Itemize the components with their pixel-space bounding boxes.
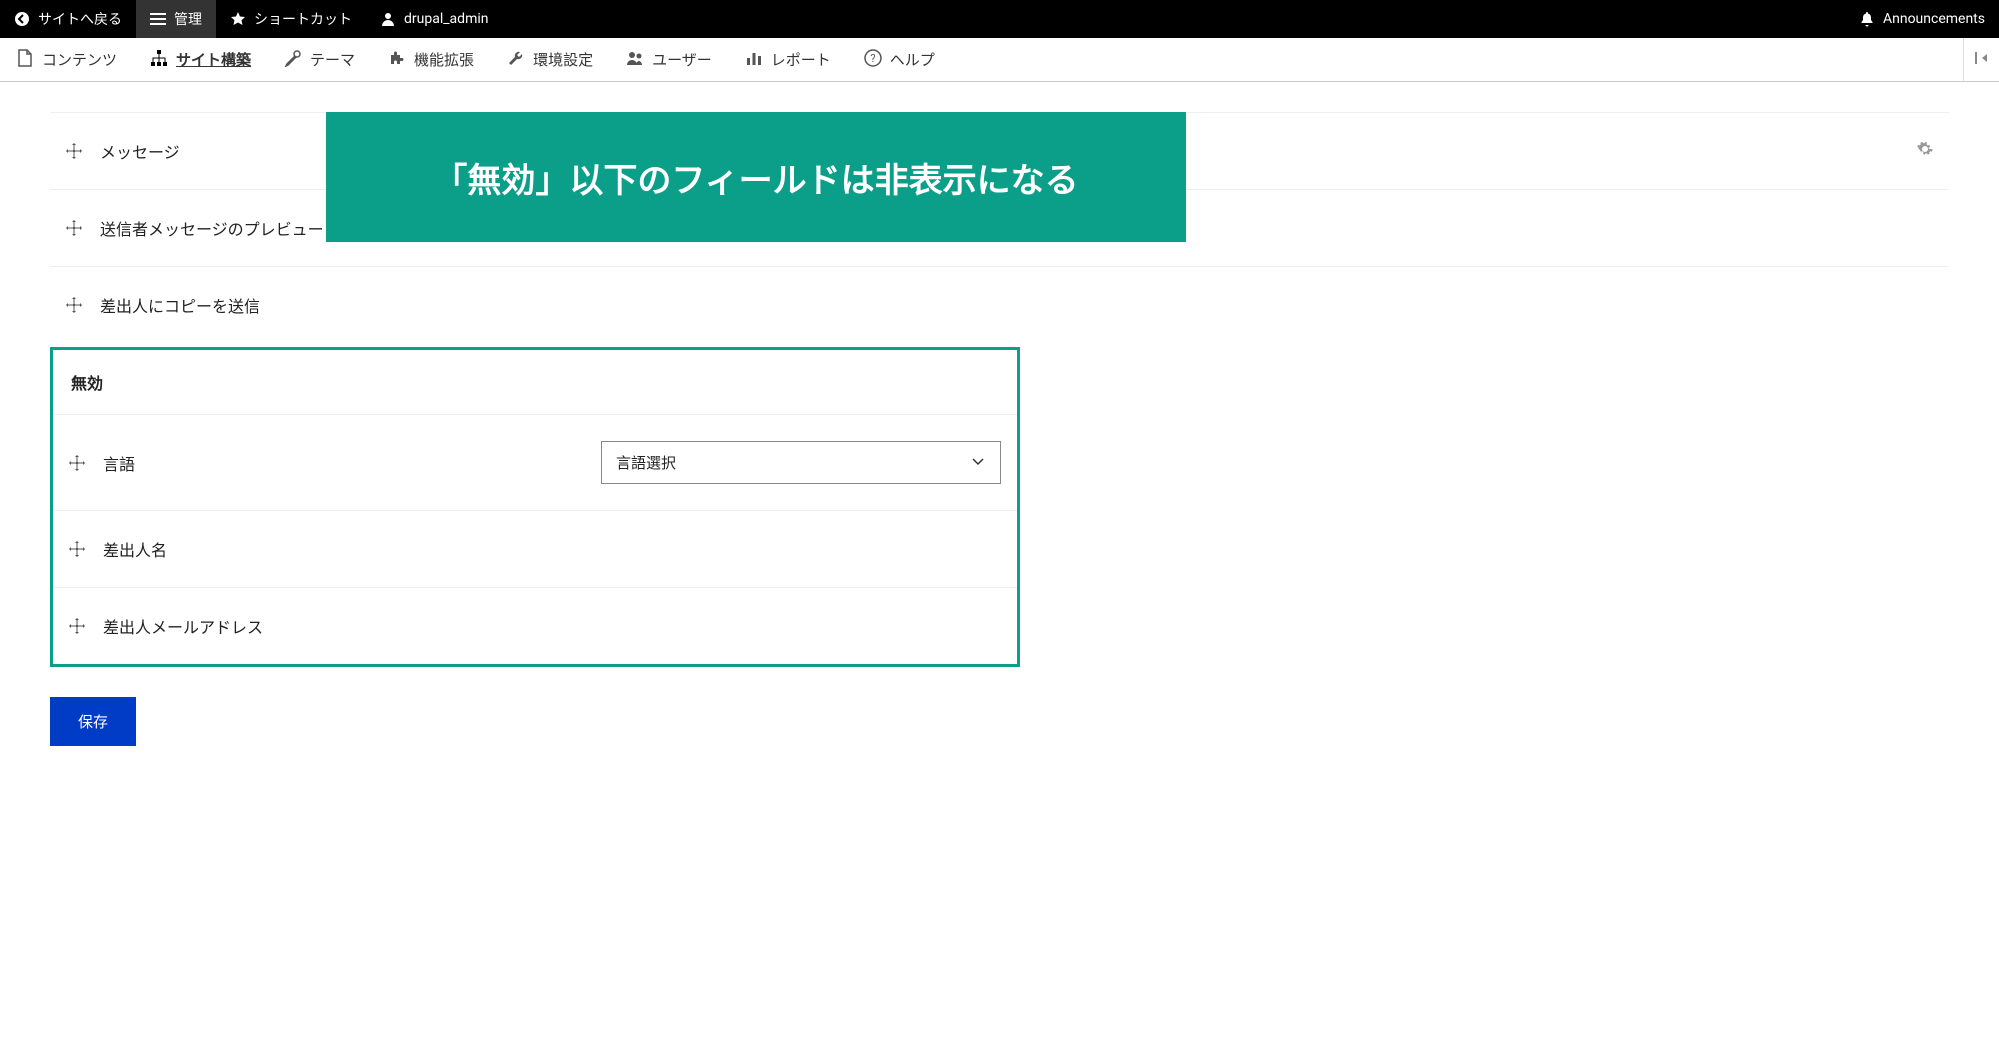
nav-extend-label: 機能拡張 <box>414 49 474 70</box>
nav-config-label: 環境設定 <box>533 49 593 70</box>
manage-toggle[interactable]: 管理 <box>136 0 216 38</box>
user-icon <box>380 11 396 27</box>
nav-structure[interactable]: サイト構築 <box>134 38 268 81</box>
user-name: drupal_admin <box>404 11 488 27</box>
topbar: サイトへ戻る 管理 ショートカット drupal_admin Announcem… <box>0 0 1999 38</box>
nav-config[interactable]: 環境設定 <box>491 38 610 81</box>
content-area: 「無効」以下のフィールドは非表示になる メッセージ 送信者メッセージのプレビュー… <box>0 112 1999 786</box>
wrench-icon <box>507 49 525 71</box>
nav-content[interactable]: コンテンツ <box>0 38 134 81</box>
row-copy[interactable]: 差出人にコピーを送信 <box>50 267 1949 343</box>
disabled-header: 無効 <box>53 350 1017 415</box>
structure-icon <box>150 49 168 71</box>
shortcuts-link[interactable]: ショートカット <box>216 0 366 38</box>
drag-handle-icon[interactable] <box>69 455 85 471</box>
announcements-link[interactable]: Announcements <box>1845 0 1999 38</box>
nav-extend[interactable]: 機能拡張 <box>372 38 491 81</box>
shortcut-label: ショートカット <box>254 9 352 29</box>
nav-structure-label: サイト構築 <box>176 49 251 70</box>
hamburger-icon <box>150 11 166 27</box>
help-icon: ? <box>864 49 882 71</box>
drag-handle-icon[interactable] <box>69 541 85 557</box>
puzzle-icon <box>388 49 406 71</box>
announcements-label: Announcements <box>1883 11 1985 27</box>
row-sender-name[interactable]: 差出人名 <box>53 511 1017 588</box>
manage-label: 管理 <box>174 9 202 29</box>
row-sender-email-label: 差出人メールアドレス <box>103 614 263 638</box>
bell-icon <box>1859 11 1875 27</box>
back-label: サイトへ戻る <box>38 9 122 29</box>
disabled-group: 無効 言語 言語選択 差出人名 <box>50 347 1020 667</box>
nav-people[interactable]: ユーザー <box>610 38 729 81</box>
nav-help[interactable]: ? ヘルプ <box>848 38 952 81</box>
user-link[interactable]: drupal_admin <box>366 0 502 38</box>
drag-handle-icon[interactable] <box>69 618 85 634</box>
save-button-label: 保存 <box>78 714 108 731</box>
chevron-down-icon <box>970 453 986 473</box>
back-to-site-link[interactable]: サイトへ戻る <box>0 0 136 38</box>
nav-collapse-toggle[interactable] <box>1963 38 1999 81</box>
star-icon <box>230 11 246 27</box>
admin-nav: コンテンツ サイト構築 テーマ 機能拡張 環境設定 ユーザー レポート ? ヘル… <box>0 38 1999 82</box>
annotation-banner: 「無効」以下のフィールドは非表示になる <box>326 112 1186 242</box>
back-arrow-icon <box>14 11 30 27</box>
row-sender-email[interactable]: 差出人メールアドレス <box>53 588 1017 664</box>
row-language-label: 言語 <box>103 451 135 475</box>
nav-help-label: ヘルプ <box>890 49 935 70</box>
save-button[interactable]: 保存 <box>50 697 136 746</box>
drag-handle-icon[interactable] <box>66 143 82 159</box>
nav-reports-label: レポート <box>771 49 831 70</box>
nav-appearance[interactable]: テーマ <box>268 38 372 81</box>
drag-handle-icon[interactable] <box>66 220 82 236</box>
people-icon <box>626 49 644 71</box>
nav-reports[interactable]: レポート <box>729 38 848 81</box>
reports-icon <box>745 49 763 71</box>
nav-appearance-label: テーマ <box>310 49 355 70</box>
row-sender-name-label: 差出人名 <box>103 537 167 561</box>
file-icon <box>16 49 34 71</box>
language-select[interactable]: 言語選択 <box>601 441 1001 484</box>
nav-people-label: ユーザー <box>652 49 712 70</box>
svg-text:?: ? <box>870 52 875 65</box>
brush-icon <box>284 49 302 71</box>
row-copy-label: 差出人にコピーを送信 <box>100 293 260 317</box>
drag-handle-icon[interactable] <box>66 297 82 313</box>
collapse-icon <box>1973 49 1991 71</box>
language-select-value: 言語選択 <box>616 452 676 473</box>
row-settings-icon[interactable] <box>1917 141 1933 161</box>
nav-content-label: コンテンツ <box>42 49 117 70</box>
annotation-text: 「無効」以下のフィールドは非表示になる <box>433 153 1078 202</box>
row-message-label: メッセージ <box>100 139 180 163</box>
row-preview-label: 送信者メッセージのプレビュー <box>100 216 324 240</box>
row-language[interactable]: 言語 言語選択 <box>53 415 1017 511</box>
